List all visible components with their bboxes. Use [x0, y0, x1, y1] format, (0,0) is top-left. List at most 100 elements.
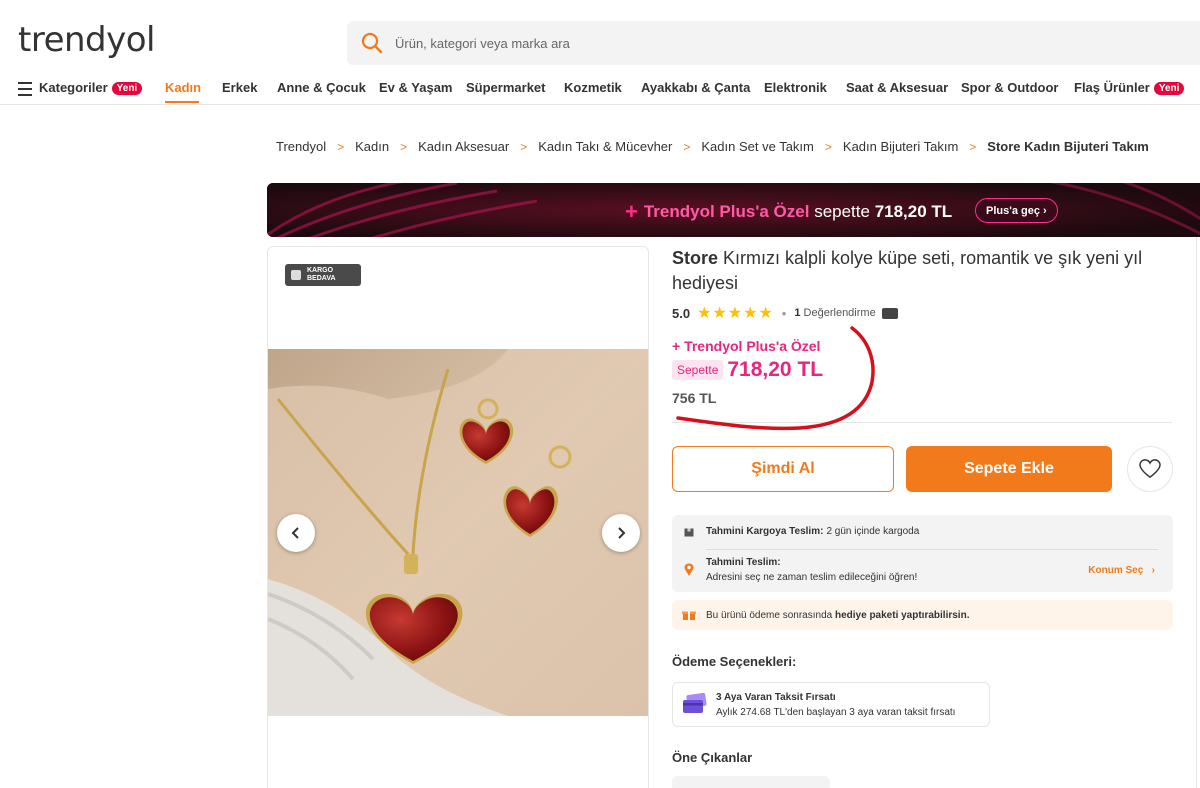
regular-price: 756 TL [672, 390, 717, 406]
plus-upgrade-label: Plus'a geç [986, 204, 1040, 217]
search-bar[interactable] [347, 21, 1200, 65]
nav-item-kozmetik[interactable]: Kozmetik [564, 80, 622, 95]
search-input[interactable] [395, 35, 995, 51]
nav-divider [0, 104, 1200, 105]
chevron-right-icon: > [337, 139, 345, 154]
box-icon [684, 528, 694, 536]
chevron-right-icon: > [520, 139, 528, 154]
free-shipping-badge: KARGO BEDAVA [285, 264, 361, 286]
location-pin-icon [684, 563, 694, 576]
highlights-box [672, 776, 830, 788]
installment-card[interactable]: 3 Aya Varan Taksit Fırsatı Aylık 274.68 … [672, 682, 990, 727]
trendyol-logo[interactable]: trendyol [18, 20, 155, 60]
nav-item-ev-yasam[interactable]: Ev & Yaşam [379, 80, 452, 95]
nav-item-kadin[interactable]: Kadın [165, 80, 201, 95]
breadcrumb-item[interactable]: Kadın [355, 139, 389, 154]
gallery-prev-button[interactable] [277, 514, 315, 552]
active-tab-indicator [165, 101, 199, 103]
nav-item-spor-outdoor[interactable]: Spor & Outdoor [961, 80, 1059, 95]
add-to-cart-button[interactable]: Sepete Ekle [906, 446, 1112, 492]
plus-banner-title: Trendyol Plus'a Özel [643, 202, 810, 221]
chevron-right-icon: > [824, 139, 832, 154]
nav-flash-label: Flaş Ürünler [1074, 80, 1150, 95]
free-shipping-line1: KARGO [307, 267, 334, 274]
product-gallery: KARGO BEDAVA [267, 246, 649, 788]
right-panel-edge [1196, 237, 1200, 788]
installment-desc: Aylık 274.68 TL'den başlayan 3 aya varan… [716, 707, 956, 718]
breadcrumb: Trendyol > Kadın > Kadın Aksesuar > Kadın T… [276, 139, 1149, 154]
plus-price: 718,20 TL [727, 358, 824, 381]
cargo-estimate-value: 2 gün içinde kargoda [826, 526, 920, 537]
gift-text-bold: hediye paketi yaptırabilirsin. [834, 609, 970, 621]
box-icon [291, 270, 301, 280]
nav-item-anne-cocuk[interactable]: Anne & Çocuk [277, 80, 366, 95]
product-image[interactable] [268, 349, 649, 716]
delivery-estimate-label: Tahmini Teslim: [706, 557, 781, 568]
plus-banner-price: 718,20 TL [874, 202, 953, 221]
gallery-next-button[interactable] [602, 514, 640, 552]
nav-categories[interactable]: Kategoriler Yeni [39, 80, 143, 95]
delivery-info: Tahmini Kargoya Teslim: 2 gün içinde karg… [672, 515, 1173, 592]
nav-item-flas-urunler[interactable]: Flaş Ürünler Yeni [1074, 80, 1185, 95]
breadcrumb-item[interactable]: Kadın Takı & Mücevher [538, 139, 672, 154]
breadcrumb-current[interactable]: Store Kadın Bijuteri Takım [987, 139, 1149, 154]
buy-now-button[interactable]: Şimdi Al [672, 446, 894, 492]
heart-icon [1139, 459, 1161, 479]
plus-price-label-text: Trendyol Plus'a Özel [684, 338, 821, 354]
plus-price-row: Sepette 718,20 TL [672, 358, 823, 382]
review-count[interactable]: 1 Değerlendirme [794, 307, 875, 319]
delivery-estimate-desc: Adresini seç ne zaman teslim edileceğini… [706, 572, 918, 583]
payment-options-heading: Ödeme Seçenekleri: [672, 654, 797, 669]
price-divider [672, 422, 1172, 423]
plus-banner-sepette: sepette [814, 202, 870, 221]
plus-banner-text: + Trendyol Plus'a Özel sepette 718,20 TL [625, 199, 952, 225]
product-title: Store Kırmızı kalpli kolye küpe seti, ro… [672, 246, 1172, 296]
menu-icon[interactable] [18, 82, 32, 96]
chevron-right-icon: › [1151, 565, 1155, 576]
product-brand[interactable]: Store [672, 248, 718, 268]
category-nav: Kategoriler Yeni Kadın Erkek Anne & Çocuk… [0, 76, 1200, 103]
camera-icon [881, 307, 898, 319]
free-shipping-line2: BEDAVA [307, 275, 336, 282]
credit-card-icon [683, 693, 707, 713]
nav-item-elektronik[interactable]: Elektronik [764, 80, 827, 95]
rating-score: 5.0 [672, 305, 691, 321]
chevron-right-icon: > [969, 139, 977, 154]
chevron-right-icon [618, 527, 626, 539]
breadcrumb-item[interactable]: Kadın Set ve Takım [701, 139, 814, 154]
gift-wrap-notice: Bu ürünü ödeme sonrasında hediye paketi … [672, 600, 1173, 630]
delivery-divider [706, 549, 1158, 550]
nav-item-supermarket[interactable]: Süpermarket [466, 80, 545, 95]
nav-item-saat-aksesuar[interactable]: Saat & Aksesuar [846, 80, 948, 95]
breadcrumb-item[interactable]: Kadın Aksesuar [418, 139, 509, 154]
cargo-estimate-label: Tahmini Kargoya Teslim: [706, 526, 824, 537]
nav-categories-label: Kategoriler [39, 80, 108, 95]
highlights-heading: Öne Çıkanlar [672, 750, 753, 765]
plus-icon: + [625, 199, 638, 224]
nav-item-erkek[interactable]: Erkek [222, 80, 257, 95]
breadcrumb-item[interactable]: Trendyol [276, 139, 326, 154]
review-count-number: 1 [794, 307, 801, 319]
plus-banner[interactable]: + Trendyol Plus'a Özel sepette 718,20 TL … [267, 183, 1200, 237]
search-icon[interactable] [361, 32, 383, 54]
plus-price-label: + Trendyol Plus'a Özel [672, 338, 821, 354]
select-location-link[interactable]: Konum Seç › [1088, 565, 1155, 576]
chevron-left-icon [291, 527, 299, 539]
star-rating-icon: ★★★★★ [697, 305, 774, 322]
breadcrumb-item[interactable]: Kadın Bijuteri Takım [843, 139, 958, 154]
new-badge: Yeni [1153, 82, 1185, 95]
nav-item-ayakkabi-canta[interactable]: Ayakkabı & Çanta [641, 80, 750, 95]
chevron-right-icon: > [683, 139, 691, 154]
product-rating[interactable]: 5.0 ★★★★★ • 1 Değerlendirme [672, 303, 898, 323]
select-location-label: Konum Seç [1088, 565, 1144, 576]
new-badge: Yeni [111, 82, 143, 95]
gift-text: Bu ürünü ödeme sonrasında [706, 609, 833, 621]
plus-upgrade-button[interactable]: Plus'a geç › [975, 198, 1058, 223]
gift-icon [682, 611, 696, 620]
favorite-button[interactable] [1127, 446, 1173, 492]
cargo-estimate: Tahmini Kargoya Teslim: 2 gün içinde karg… [684, 526, 919, 537]
review-count-label: Değerlendirme [803, 307, 876, 319]
separator-dot: • [781, 305, 787, 321]
sepette-tag: Sepette [672, 360, 724, 380]
chevron-right-icon: › [1043, 204, 1047, 217]
